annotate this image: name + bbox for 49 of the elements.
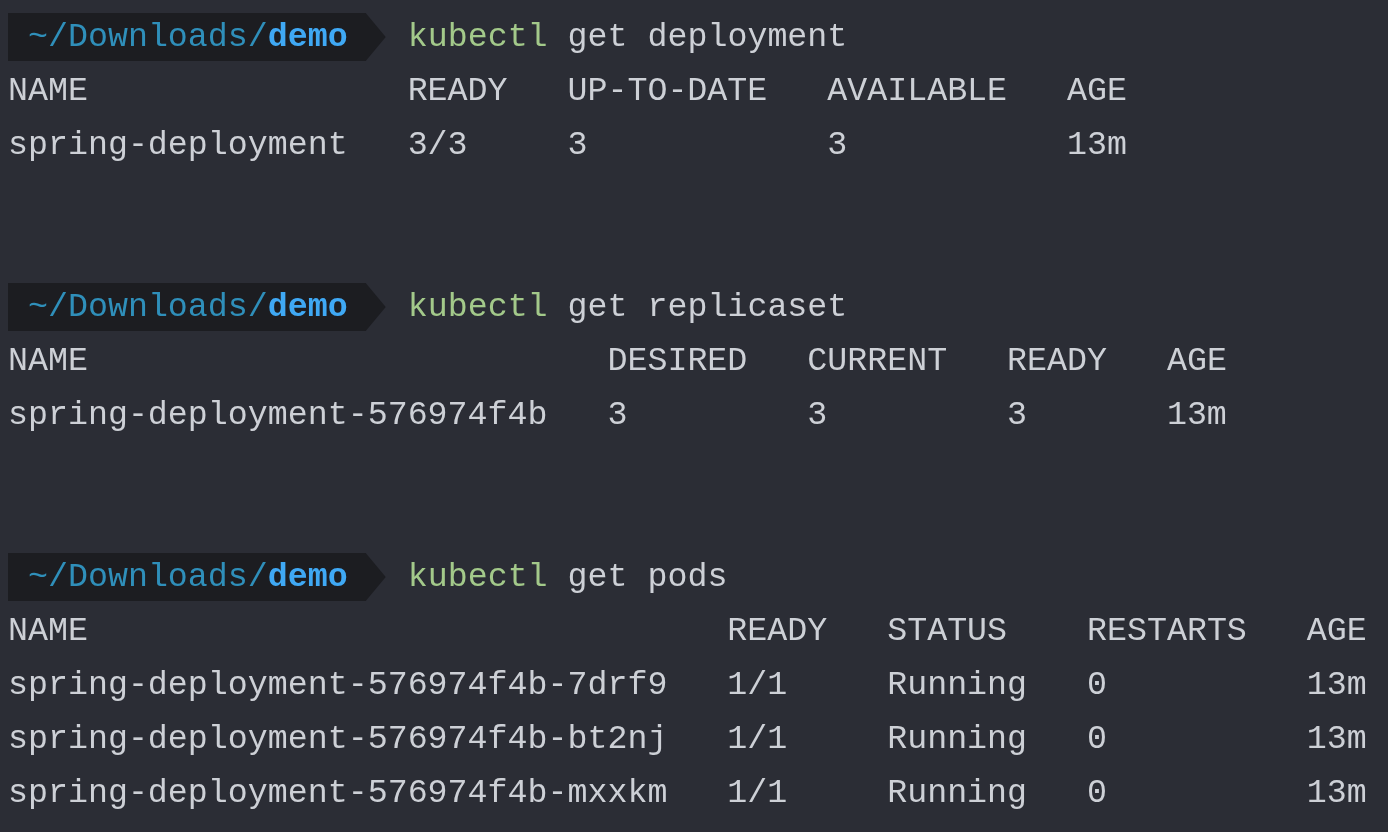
table-cell: 13m: [1166, 396, 1227, 434]
prompt-path: ~/Downloads/demo: [8, 553, 386, 601]
command-name: kubectl: [407, 18, 548, 56]
prompt-path: ~/Downloads/demo: [8, 13, 386, 61]
table-cell: 1/1: [727, 666, 788, 704]
column-header: AGE: [1166, 342, 1227, 380]
table-cell: 0: [1087, 666, 1107, 704]
table-cell: 3: [1007, 396, 1028, 434]
table-cell: 13m: [1306, 720, 1367, 758]
column-header: STATUS: [887, 612, 1008, 650]
table-cell: 3: [607, 396, 628, 434]
table-cell: spring-deployment: [8, 126, 348, 164]
table-cell: 3: [807, 396, 828, 434]
table-cell: spring-deployment-576974f4b: [8, 396, 548, 434]
column-header: NAME: [8, 342, 88, 380]
column-header: CURRENT: [807, 342, 948, 380]
command-arguments: get replicaset: [567, 288, 848, 326]
column-header: UP-TO-DATE: [567, 72, 768, 110]
table-cell: 13m: [1306, 774, 1367, 812]
command-name: kubectl: [407, 558, 548, 596]
column-header: READY: [1007, 342, 1107, 380]
prompt-path: ~/Downloads/demo: [8, 283, 386, 331]
column-header: READY: [727, 612, 828, 650]
column-header: RESTARTS: [1087, 612, 1247, 650]
table-cell: 0: [1087, 720, 1107, 758]
column-header: AGE: [1306, 612, 1367, 650]
table-cell: 0: [1087, 774, 1107, 812]
table-cell: Running: [887, 774, 1028, 812]
table-cell: 3: [827, 126, 848, 164]
table-cell: spring-deployment-576974f4b-bt2nj: [8, 720, 668, 758]
table-cell: 3: [567, 126, 588, 164]
table-cell: Running: [887, 666, 1028, 704]
table-cell: spring-deployment-576974f4b-7drf9: [8, 666, 668, 704]
column-header: NAME: [8, 72, 88, 110]
column-header: AGE: [1067, 72, 1127, 110]
table-cell: 3/3: [407, 126, 468, 164]
table-cell: 1/1: [727, 774, 788, 812]
table-cell: Running: [887, 720, 1028, 758]
command-arguments: get pods: [567, 558, 728, 596]
column-header: AVAILABLE: [827, 72, 1008, 110]
command-name: kubectl: [407, 288, 548, 326]
column-header: READY: [407, 72, 508, 110]
table-cell: 13m: [1067, 126, 1127, 164]
table-cell: 1/1: [727, 720, 788, 758]
command-arguments: get deployment: [567, 18, 848, 56]
table-cell: spring-deployment-576974f4b-mxxkm: [8, 774, 668, 812]
column-header: NAME: [8, 612, 88, 650]
column-header: DESIRED: [607, 342, 748, 380]
table-cell: 13m: [1306, 666, 1367, 704]
